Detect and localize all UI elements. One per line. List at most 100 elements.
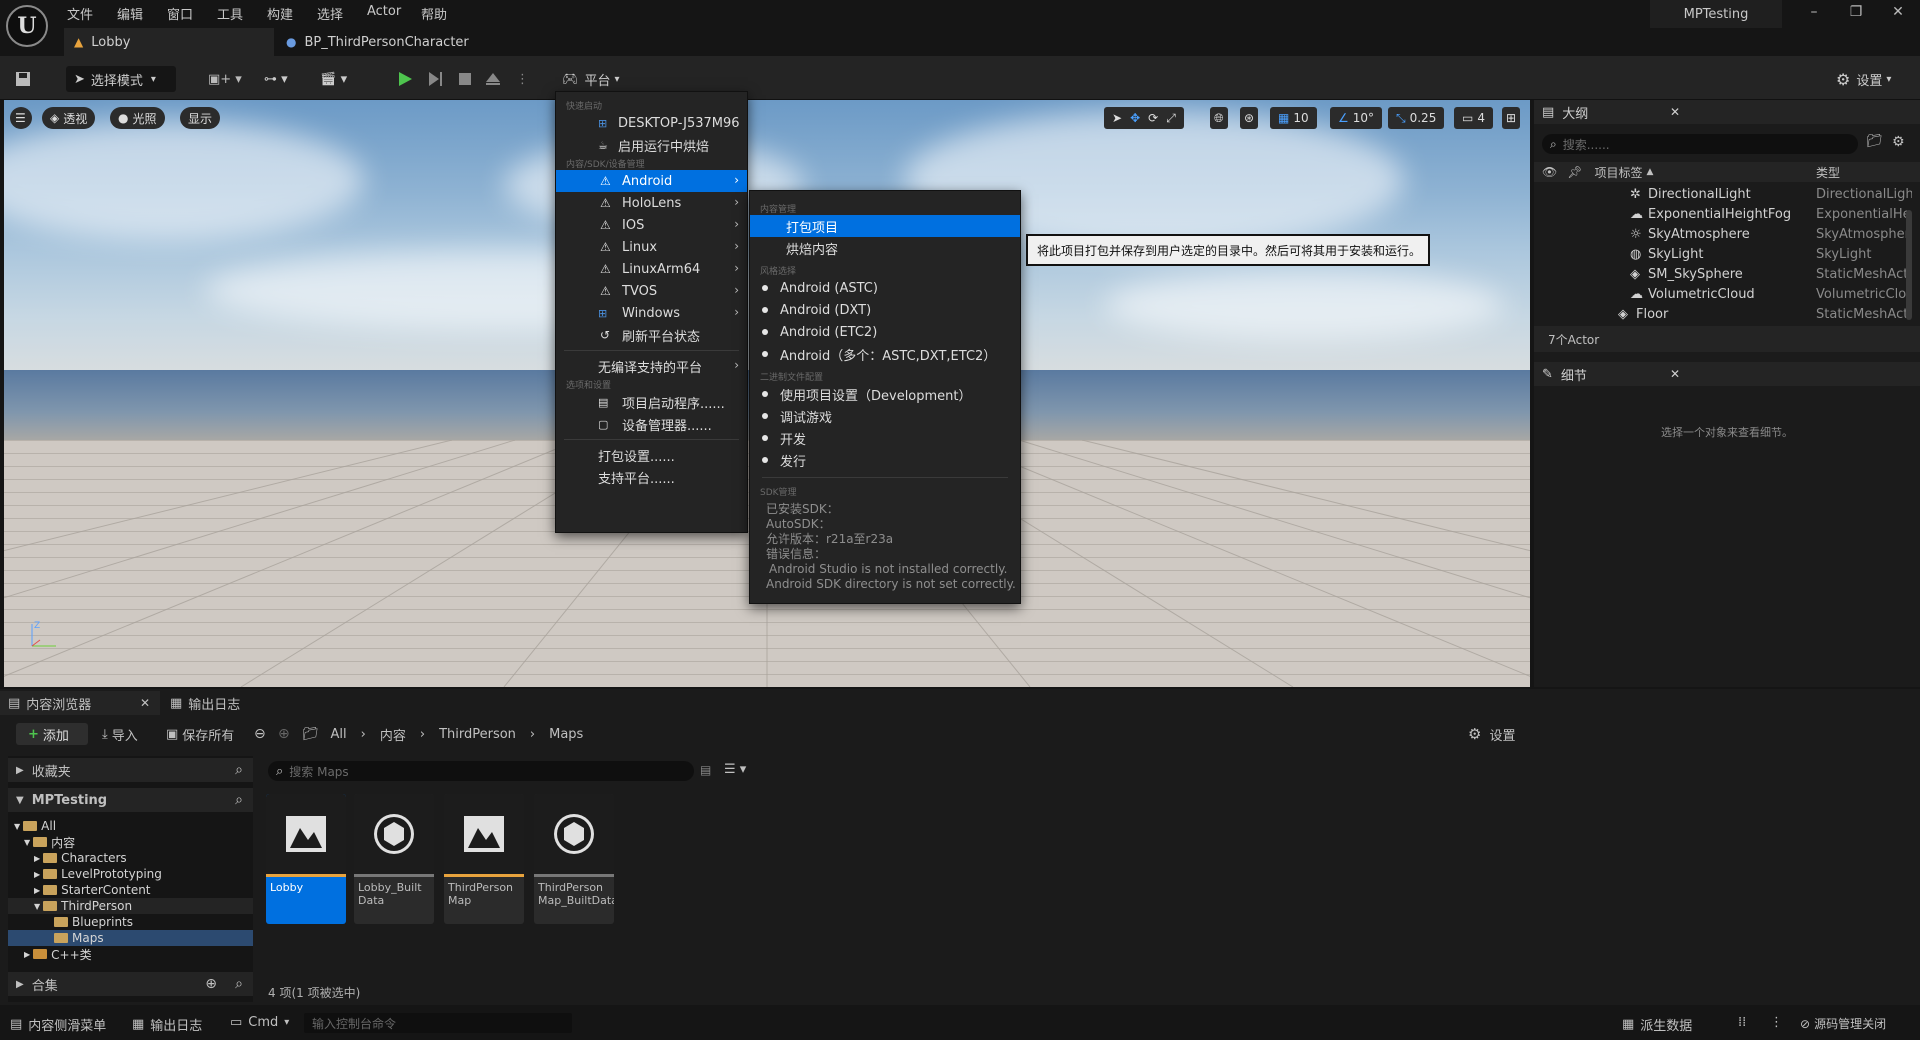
project-header[interactable]: ▼ MPTesting ⌕ <box>8 788 253 812</box>
move-tool-icon[interactable]: ✥ <box>1130 111 1140 125</box>
tree-item[interactable]: ▶ LevelPrototyping <box>8 866 253 882</box>
play-options-icon[interactable]: ⋮ <box>516 66 529 92</box>
outliner-row[interactable]: ◈ Floor StaticMeshAct <box>1534 304 1920 324</box>
menu-tools[interactable]: 工具 <box>217 4 243 23</box>
rotate-tool-icon[interactable]: ⟳ <box>1148 111 1158 125</box>
save-icon[interactable] <box>14 66 38 92</box>
outliner-row[interactable]: ☁ ExponentialHeightFog ExponentialHe <box>1534 204 1920 224</box>
stop-button[interactable] <box>456 66 474 92</box>
outliner-row[interactable]: ✲ DirectionalLight DirectionalLigh <box>1534 184 1920 204</box>
menu-supported-platforms[interactable]: 支持平台...... <box>556 466 747 488</box>
menu-edit[interactable]: 编辑 <box>117 4 143 23</box>
menu-help[interactable]: 帮助 <box>421 4 447 23</box>
scale-tool-icon[interactable]: ⤢ <box>1166 111 1176 126</box>
play-button[interactable] <box>396 66 414 92</box>
menu-device-manager[interactable]: ▢ 设备管理器...... <box>556 413 747 435</box>
settings-button[interactable]: ⚙ 设置 ▾ <box>1836 66 1891 92</box>
select-mode-dropdown[interactable]: ➤ 选择模式 ▾ <box>66 66 176 92</box>
perspective-button[interactable]: ◈ 透视 <box>42 107 96 129</box>
asset-tile-selected[interactable]: Lobby <box>266 794 346 924</box>
menu-platform-linux[interactable]: ⚠ Linux › <box>556 236 747 258</box>
tree-item[interactable]: ▼ ThirdPerson <box>8 898 253 914</box>
derived-data-button[interactable]: ▦ 派生数据 <box>1622 1015 1692 1034</box>
forward-icon[interactable]: ⊕ <box>278 723 290 745</box>
menu-platform-tvos[interactable]: ⚠ TVOS › <box>556 280 747 302</box>
tab-lobby[interactable]: ▲ Lobby <box>64 28 274 56</box>
outliner-row[interactable]: ◍ SkyLight SkyLight <box>1534 244 1920 264</box>
asset-tile[interactable]: Lobby_Built Data <box>354 794 434 924</box>
platform-button[interactable]: 🎮︎ 平台 ▾ <box>562 66 620 92</box>
menu-format-multi[interactable]: Android（多个：ASTC,DXT,ETC2） <box>750 343 1020 365</box>
breadcrumb-item[interactable]: Maps <box>549 727 583 742</box>
tree-item[interactable]: ▼ All <box>8 818 253 834</box>
filter-icon[interactable]: ☰ ▾ <box>724 762 746 777</box>
asset-tile[interactable]: ThirdPerson Map <box>444 794 524 924</box>
breadcrumb-item[interactable]: All <box>331 727 347 742</box>
menu-platform-windows[interactable]: ⊞ Windows › <box>556 302 747 324</box>
eject-button[interactable] <box>484 66 502 92</box>
show-button[interactable]: 显示 <box>180 107 221 129</box>
menu-format-dxt[interactable]: Android (DXT) <box>750 299 1020 321</box>
add-folder-icon[interactable]: 📁︎ <box>1866 134 1883 149</box>
menu-platform-android[interactable]: ⚠ Android › <box>556 170 747 192</box>
step-button[interactable] <box>426 66 444 92</box>
asset-tile[interactable]: ThirdPerson Map_BuiltData <box>534 794 614 924</box>
source-control-button[interactable]: ⊘ 源码管理关闭 <box>1800 1015 1886 1032</box>
minimize-icon[interactable]: – <box>1800 4 1828 24</box>
collections-header[interactable]: ▶ 合集 ⊕ ⌕ <box>8 972 253 996</box>
breadcrumb-item[interactable]: 内容 <box>380 725 406 744</box>
surface-snap-icon[interactable]: ⊛ <box>1240 107 1259 129</box>
menu-format-astc[interactable]: Android (ASTC) <box>750 277 1020 299</box>
asset-search[interactable]: ⌕ 搜索 Maps <box>268 761 694 781</box>
back-icon[interactable]: ⊖ <box>254 723 266 745</box>
tree-item[interactable]: ▼ 内容 <box>8 834 253 850</box>
menu-config-development[interactable]: 开发 <box>750 427 1020 449</box>
menu-platform-hololens[interactable]: ⚠ HoloLens › <box>556 192 747 214</box>
add-button[interactable]: + 添加 <box>16 723 88 745</box>
lighting-button[interactable]: ● 光照 <box>110 107 165 129</box>
menu-select[interactable]: 选择 <box>317 4 343 23</box>
tab-content-browser[interactable]: ▤ 内容浏览器 ✕ <box>0 691 160 715</box>
cinematics-button[interactable]: 🎬︎ ▾ <box>320 66 347 92</box>
status-output-log-button[interactable]: ▦ 输出日志 <box>132 1015 202 1034</box>
add-collection-icon[interactable]: ⊕ <box>205 976 217 992</box>
unreal-logo[interactable]: U <box>6 5 48 47</box>
close-icon[interactable]: ✕ <box>140 696 150 710</box>
menu-window[interactable]: 窗口 <box>167 4 193 23</box>
world-space-icon[interactable]: 🌐︎ <box>1210 107 1228 129</box>
layout-icon[interactable]: ⊞ <box>1502 107 1521 129</box>
close-window-icon[interactable]: ✕ <box>1884 4 1912 24</box>
search-icon[interactable]: ⌕ <box>235 762 243 778</box>
close-icon[interactable]: ✕ <box>1670 367 1680 381</box>
menu-refresh-platforms[interactable]: ↺ 刷新平台状态 <box>556 324 747 346</box>
more-icon[interactable]: ⋮ <box>1770 1015 1783 1030</box>
add-actor-button[interactable]: ▣+ ▾ <box>208 66 242 92</box>
menu-build[interactable]: 构建 <box>267 4 293 23</box>
content-settings-button[interactable]: ⚙ 设置 <box>1468 723 1515 745</box>
menu-package-project[interactable]: 打包项目 <box>750 215 1020 237</box>
viewport-menu-icon[interactable]: ☰ <box>10 107 32 129</box>
content-drawer-button[interactable]: ▤ 内容侧滑菜单 <box>10 1015 106 1034</box>
breadcrumb-item[interactable]: ThirdPerson <box>439 727 516 742</box>
outliner-row[interactable]: ☁ VolumetricCloud VolumetricClou <box>1534 284 1920 304</box>
restore-icon[interactable]: ❐ <box>1842 4 1870 24</box>
rotation-snap-button[interactable]: ∠ 10° <box>1330 107 1383 129</box>
save-search-icon[interactable]: ▤ <box>700 763 711 777</box>
grid-snap-button[interactable]: ▦ 10 <box>1270 107 1317 129</box>
eye-icon[interactable]: 👁︎ <box>1542 165 1557 179</box>
menu-device[interactable]: ⊞ DESKTOP-J537M96 <box>556 112 747 134</box>
tab-output-log[interactable]: ▦ 输出日志 <box>170 691 240 715</box>
gear-icon[interactable]: ⚙ <box>1892 134 1905 150</box>
menu-package-settings[interactable]: 打包设置...... <box>556 444 747 466</box>
menu-config-project[interactable]: 使用项目设置（Development） <box>750 383 1020 405</box>
menu-project-launcher[interactable]: ▤ 项目启动程序...... <box>556 391 747 413</box>
menu-actor[interactable]: Actor <box>367 4 401 19</box>
menu-format-etc2[interactable]: Android (ETC2) <box>750 321 1020 343</box>
tree-item[interactable]: Blueprints <box>8 914 253 930</box>
outliner-search[interactable]: ⌕ 搜索...... <box>1542 134 1858 154</box>
trace-icon[interactable]: ⁞⁞ <box>1738 1015 1746 1030</box>
menu-cook-content[interactable]: 烘焙内容 <box>750 237 1020 259</box>
scale-snap-button[interactable]: ⤡ 0.25 <box>1388 107 1445 129</box>
save-all-button[interactable]: ▣ 保存所有 <box>166 723 234 745</box>
menu-platform-linuxarm64[interactable]: ⚠ LinuxArm64 › <box>556 258 747 280</box>
